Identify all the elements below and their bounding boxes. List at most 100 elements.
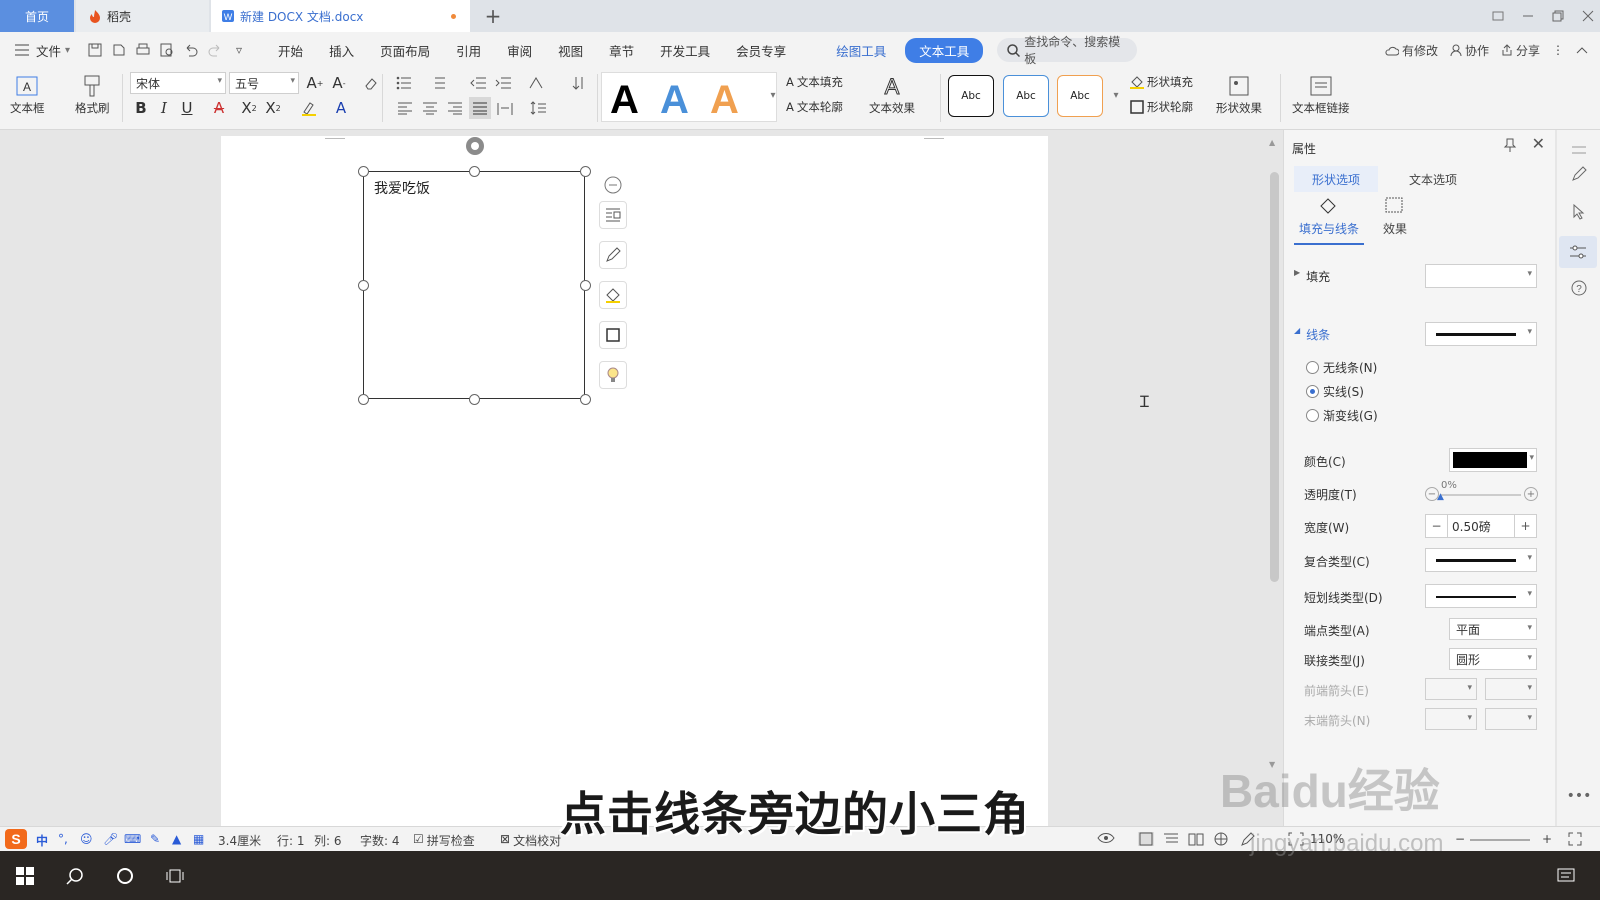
subtab-fill-line[interactable]: 填充与线条: [1294, 196, 1364, 245]
shape-style-black[interactable]: Abc: [948, 75, 994, 117]
text-style-black[interactable]: A: [610, 80, 639, 120]
decrease-indent-icon[interactable]: [467, 72, 489, 94]
eye-protection-icon[interactable]: [1097, 832, 1115, 844]
ime-keyboard-icon[interactable]: ⌨: [124, 832, 141, 846]
align-right-icon[interactable]: [444, 97, 466, 119]
format-painter-button[interactable]: 格式刷: [75, 74, 110, 116]
tab-text-tools[interactable]: 文本工具: [905, 37, 984, 63]
zoom-in-icon[interactable]: +: [1542, 832, 1552, 846]
close-panel-icon[interactable]: ✕: [1532, 134, 1545, 153]
notification-center-icon[interactable]: [1553, 863, 1579, 889]
resize-handle-nw[interactable]: [358, 166, 369, 177]
edit-pen-icon[interactable]: [1567, 162, 1591, 186]
text-fill-button[interactable]: A 文本填充: [786, 74, 843, 90]
ime-punctuation-icon[interactable]: °,: [58, 832, 68, 846]
line-spacing-icon[interactable]: [527, 97, 549, 119]
clear-format-icon[interactable]: [360, 72, 382, 94]
transparency-plus-icon[interactable]: +: [1524, 487, 1538, 501]
radio-solid-line[interactable]: 实线(S): [1306, 383, 1364, 400]
highlight-icon[interactable]: [298, 97, 320, 119]
compound-type-select[interactable]: [1425, 548, 1537, 572]
strikethrough-icon[interactable]: A: [208, 97, 230, 119]
tab-daoke[interactable]: 稻壳: [76, 0, 209, 32]
font-name-select[interactable]: 宋体: [130, 72, 226, 94]
restore-icon[interactable]: [1552, 10, 1564, 22]
taskbar-search-icon[interactable]: [62, 863, 88, 889]
close-window-icon[interactable]: [1582, 10, 1594, 22]
tab-home[interactable]: 首页: [0, 0, 74, 32]
sogou-logo-icon[interactable]: S: [2, 828, 30, 850]
strip-collapse-icon[interactable]: [1567, 138, 1591, 162]
more-horizontal-icon[interactable]: •••: [1567, 784, 1592, 808]
web-view-icon[interactable]: [1213, 832, 1229, 846]
collab-button[interactable]: 协作: [1450, 42, 1489, 59]
subscript-icon[interactable]: X2: [262, 97, 284, 119]
resize-handle-w[interactable]: [358, 280, 369, 291]
increase-indent-icon[interactable]: [492, 72, 514, 94]
panel-title[interactable]: 属性: [1292, 140, 1316, 157]
width-minus-icon[interactable]: −: [1426, 515, 1448, 537]
distribute-icon[interactable]: [494, 97, 516, 119]
undo-icon[interactable]: [180, 39, 202, 61]
tab-list-icon[interactable]: [1492, 10, 1504, 22]
increase-font-icon[interactable]: A +: [304, 72, 326, 94]
width-value[interactable]: 0.50磅: [1448, 515, 1514, 537]
tab-document[interactable]: W 新建 DOCX 文档.docx: [211, 0, 470, 32]
join-type-select[interactable]: 圆形: [1449, 648, 1537, 670]
rotate-handle[interactable]: [466, 137, 484, 155]
sort-icon[interactable]: [568, 72, 590, 94]
ime-menu-icon[interactable]: ▦: [193, 832, 204, 846]
collapse-minus-icon[interactable]: [603, 175, 623, 195]
scroll-up-icon[interactable]: ▲: [1269, 138, 1275, 147]
resize-handle-e[interactable]: [580, 280, 591, 291]
bullet-list-icon[interactable]: [393, 72, 415, 94]
fill-bucket-icon[interactable]: [599, 281, 627, 309]
task-view-icon[interactable]: [162, 863, 188, 889]
zoom-slider[interactable]: [1470, 839, 1530, 841]
quick-access-more-icon[interactable]: ▿: [228, 39, 250, 61]
ime-tools-icon[interactable]: ✎: [150, 832, 160, 846]
chevron-down-icon[interactable]: ▾: [65, 45, 70, 56]
bold-icon[interactable]: B: [130, 97, 152, 119]
document-page[interactable]: [221, 136, 1048, 836]
gallery-more-icon[interactable]: ▾: [762, 84, 784, 106]
menu-item-layout[interactable]: 页面布局: [367, 41, 443, 60]
radio-no-line[interactable]: 无线条(N): [1306, 359, 1377, 376]
menu-item-developer[interactable]: 开发工具: [647, 41, 723, 60]
fill-select[interactable]: [1425, 264, 1537, 288]
doc-proof-button[interactable]: ⊠ 文档校对: [500, 832, 561, 849]
line-section-header[interactable]: ◢ 线条: [1294, 326, 1330, 343]
page-view-icon[interactable]: [1138, 832, 1154, 846]
color-picker[interactable]: ▾: [1449, 448, 1537, 472]
text-direction-icon[interactable]: [525, 72, 547, 94]
fullscreen-icon[interactable]: [1568, 832, 1582, 846]
transparency-slider[interactable]: [1441, 494, 1521, 496]
textbox-content[interactable]: 我爱吃饭: [374, 178, 430, 198]
more-vertical-icon[interactable]: ⋮: [1552, 43, 1564, 57]
vertical-scrollbar[interactable]: ▲ ▼: [1267, 136, 1281, 826]
resize-handle-n[interactable]: [469, 166, 480, 177]
ime-mode[interactable]: 中: [36, 832, 48, 849]
resize-handle-s[interactable]: [469, 394, 480, 405]
cortana-icon[interactable]: [112, 863, 138, 889]
underline-icon[interactable]: U: [176, 97, 198, 119]
share-button[interactable]: 分享: [1501, 42, 1540, 59]
line-style-select[interactable]: [1425, 322, 1537, 346]
text-style-orange[interactable]: A: [710, 80, 739, 120]
italic-icon[interactable]: I: [153, 97, 175, 119]
print-preview-icon[interactable]: [156, 39, 178, 61]
width-plus-icon[interactable]: +: [1514, 515, 1536, 537]
scrollbar-thumb[interactable]: [1270, 172, 1279, 582]
menu-item-insert[interactable]: 插入: [316, 41, 367, 60]
properties-toggle-icon[interactable]: [1559, 236, 1597, 268]
collapse-ribbon-icon[interactable]: [1576, 46, 1588, 54]
align-center-icon[interactable]: [419, 97, 441, 119]
shape-style-more-icon[interactable]: ▾: [1105, 84, 1127, 106]
subtab-effect[interactable]: 效果: [1364, 196, 1426, 237]
spell-check-button[interactable]: ☑ 拼写检查: [413, 832, 475, 849]
shape-fill-button[interactable]: 形状填充: [1130, 74, 1193, 90]
radio-gradient-line[interactable]: 渐变线(G): [1306, 407, 1378, 424]
resize-handle-se[interactable]: [580, 394, 591, 405]
shape-outline-button[interactable]: 形状轮廓: [1130, 99, 1193, 115]
fill-section-header[interactable]: ▶ 填充: [1294, 268, 1330, 285]
